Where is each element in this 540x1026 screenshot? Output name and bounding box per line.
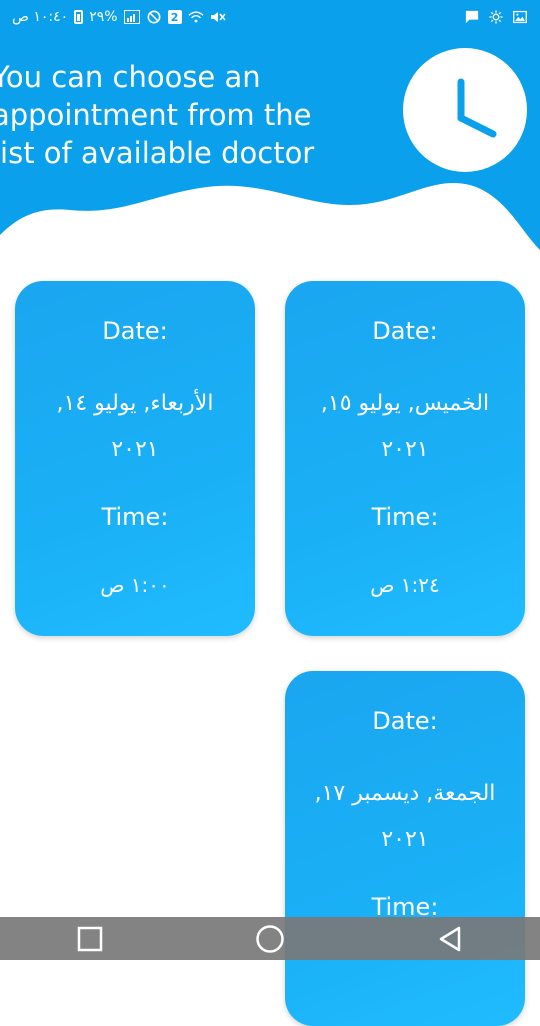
header-line-2: appointment from the (0, 98, 312, 132)
header-line-1: You can choose an (0, 60, 261, 94)
battery-level: ٢٩% (89, 9, 118, 25)
signal-icon (123, 10, 140, 24)
date-label: Date: (372, 707, 438, 735)
home-icon (256, 924, 284, 953)
time-label: Time: (371, 503, 439, 531)
status-bar: ١٠:٤٠ ص ٢٩% 2 (0, 0, 540, 34)
status-time: ١٠:٤٠ ص (12, 9, 69, 25)
recents-icon (77, 926, 103, 951)
sim-icon: 2 (167, 10, 182, 24)
back-icon (439, 926, 461, 951)
time-value: ١:٢٤ ص (370, 573, 440, 597)
message-icon (465, 10, 479, 24)
date-value: الجمعة, ديسمبر ١٧, ٢٠٢١ (314, 781, 496, 852)
date-value: الخميس, يوليو ١٥, ٢٠٢١ (320, 391, 490, 462)
date-label: Date: (372, 317, 438, 345)
wifi-icon (187, 11, 204, 23)
header-description: You can choose an appointment from the l… (0, 58, 352, 172)
date-value: الأربعاء, يوليو ١٤, ٢٠٢١ (56, 391, 214, 462)
time-label: Time: (101, 503, 169, 531)
battery-icon (74, 10, 84, 24)
clock-badge (403, 48, 527, 172)
header-line-3: list of available doctor (0, 136, 315, 170)
appointment-card[interactable]: Date: الأربعاء, يوليو ١٤, ٢٠٢١ Time: ١:٠… (15, 281, 255, 636)
time-value: ١:٠٠ ص (100, 573, 170, 597)
appointment-card[interactable]: Date: الجمعة, ديسمبر ١٧, ٢٠٢١ Time: (285, 671, 525, 1026)
navigation-bar (0, 917, 540, 960)
date-label: Date: (102, 317, 168, 345)
recents-button[interactable] (75, 924, 105, 954)
dnd-icon (147, 10, 161, 24)
clock-icon (457, 78, 497, 138)
image-icon (513, 10, 527, 24)
mute-icon (210, 12, 226, 22)
appointment-card[interactable]: Date: الخميس, يوليو ١٥, ٢٠٢١ Time: ١:٢٤ … (285, 281, 525, 636)
home-button[interactable] (255, 924, 285, 954)
brightness-icon (489, 10, 503, 24)
back-button[interactable] (435, 924, 465, 954)
